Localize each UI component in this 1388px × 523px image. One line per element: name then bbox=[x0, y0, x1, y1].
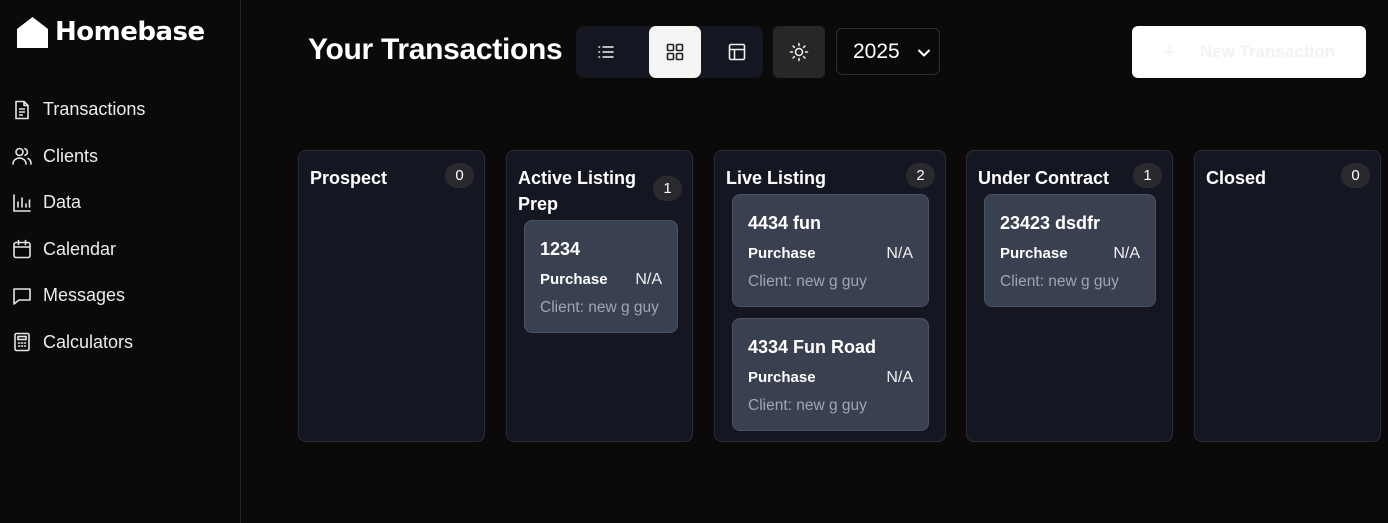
table-view-button[interactable] bbox=[711, 26, 763, 78]
column-count-badge: 1 bbox=[653, 176, 682, 201]
transaction-card[interactable]: 4434 fun Purchase N/A Client: new g guy bbox=[732, 194, 929, 307]
logo[interactable]: Homebase bbox=[16, 14, 205, 50]
users-icon bbox=[12, 147, 32, 165]
column-closed: Closed 0 bbox=[1194, 150, 1381, 442]
calendar-icon bbox=[13, 239, 31, 259]
column-title: Prospect bbox=[310, 168, 388, 188]
sidebar-item-label: Clients bbox=[43, 145, 99, 166]
column-title-line: Prep bbox=[518, 194, 559, 214]
page-title: Your Transactions bbox=[308, 33, 563, 66]
column-title: Live Listing bbox=[726, 168, 827, 188]
board-view-button[interactable] bbox=[649, 26, 701, 78]
transaction-card[interactable]: 4334 Fun Road Purchase N/A Client: new g… bbox=[732, 318, 929, 431]
column-count-badge: 1 bbox=[1133, 163, 1162, 188]
sidebar-item-calendar[interactable]: Calendar bbox=[12, 232, 145, 267]
sidebar-item-label: Calculators bbox=[43, 331, 134, 352]
sidebar-item-messages[interactable]: Messages bbox=[12, 278, 145, 313]
card-client: Client: new g guy bbox=[1000, 273, 1119, 290]
column-count-badge: 2 bbox=[906, 163, 935, 188]
sidebar-item-calculators[interactable]: Calculators bbox=[12, 325, 145, 360]
transaction-card[interactable]: 1234 Purchase N/A Client: new g guy bbox=[524, 220, 678, 333]
bar-chart-icon bbox=[13, 193, 31, 212]
sidebar-item-label: Calendar bbox=[43, 238, 117, 259]
column-title: Under Contract bbox=[978, 168, 1110, 188]
year-select[interactable]: 2025 bbox=[836, 28, 940, 75]
column-active-listing-prep: Active Listing Prep 1 1234 Purchase N/A … bbox=[506, 150, 693, 442]
sidebar-nav: Transactions Clients Data Calendar Messa… bbox=[12, 92, 145, 372]
card-price: N/A bbox=[886, 245, 913, 262]
document-icon bbox=[15, 100, 29, 119]
calculator-icon bbox=[14, 333, 30, 352]
card-client: Client: new g guy bbox=[540, 299, 659, 316]
card-title: 4434 fun bbox=[748, 213, 822, 233]
sidebar-item-data[interactable]: Data bbox=[12, 185, 145, 220]
column-live-listing: Live Listing 2 4434 fun Purchase N/A Cli… bbox=[714, 150, 946, 442]
column-under-contract: Under Contract 1 23423 dsdfr Purchase N/… bbox=[966, 150, 1173, 442]
app-name: Homebase bbox=[55, 17, 205, 47]
sidebar-item-label: Transactions bbox=[43, 99, 146, 119]
sun-icon bbox=[789, 42, 809, 62]
list-view-button[interactable] bbox=[580, 26, 632, 78]
sidebar-item-transactions[interactable]: Transactions bbox=[12, 92, 145, 127]
card-price: N/A bbox=[1113, 245, 1140, 262]
message-icon bbox=[13, 288, 31, 305]
column-title-line: Active Listing bbox=[518, 168, 637, 188]
chevron-down-icon bbox=[918, 49, 930, 57]
sidebar: Homebase Transactions Clients Data Calen… bbox=[0, 0, 241, 523]
card-type: Purchase bbox=[748, 369, 816, 386]
new-transaction-button[interactable]: + New Transaction bbox=[1132, 26, 1366, 78]
sidebar-item-label: Data bbox=[43, 192, 82, 213]
theme-toggle-button[interactable] bbox=[773, 26, 825, 78]
column-count-badge: 0 bbox=[1341, 163, 1370, 188]
card-title: 23423 dsdfr bbox=[1000, 213, 1101, 233]
card-price: N/A bbox=[635, 271, 662, 288]
plus-icon: + bbox=[1163, 39, 1176, 64]
card-type: Purchase bbox=[540, 271, 608, 288]
card-client: Client: new g guy bbox=[748, 397, 867, 414]
card-price: N/A bbox=[886, 369, 913, 386]
year-select-value: 2025 bbox=[853, 39, 900, 63]
new-transaction-label: New Transaction bbox=[1199, 42, 1335, 61]
house-logo-icon bbox=[17, 16, 48, 48]
view-toggle bbox=[576, 26, 763, 78]
column-title: Active Listing Prep bbox=[518, 165, 636, 217]
column-title: Closed bbox=[1206, 168, 1267, 188]
column-prospect: Prospect 0 bbox=[298, 150, 485, 442]
transaction-card[interactable]: 23423 dsdfr Purchase N/A Client: new g g… bbox=[984, 194, 1156, 307]
card-type: Purchase bbox=[1000, 245, 1068, 262]
list-icon bbox=[598, 46, 614, 58]
table-icon bbox=[728, 43, 746, 61]
grid-icon bbox=[666, 43, 684, 61]
card-title: 4334 Fun Road bbox=[748, 337, 877, 357]
card-type: Purchase bbox=[748, 245, 816, 262]
card-client: Client: new g guy bbox=[748, 273, 867, 290]
column-count-badge: 0 bbox=[445, 163, 474, 188]
sidebar-item-clients[interactable]: Clients bbox=[12, 139, 145, 174]
sidebar-item-label: Messages bbox=[43, 285, 126, 306]
card-title: 1234 bbox=[540, 239, 581, 259]
